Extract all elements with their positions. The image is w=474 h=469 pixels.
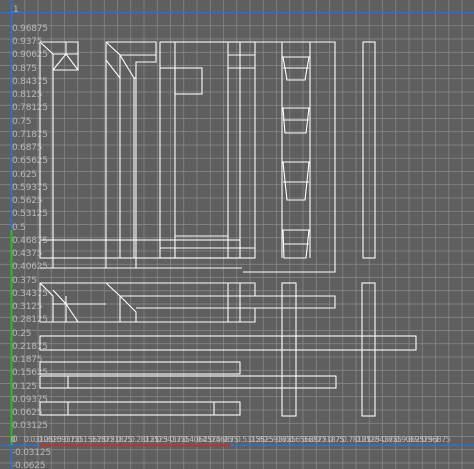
v-tick-label: 1 (13, 5, 19, 15)
v-tick-label: 0.75 (12, 116, 32, 127)
v-tick-label: 0.84375 (12, 76, 48, 87)
v-tick-label: 0.40625 (12, 262, 48, 273)
v-tick-label: 0.9375 (12, 37, 43, 47)
v-tick-label: 0.90625 (12, 50, 48, 61)
v-tick-label: 0.6875 (12, 143, 43, 153)
v-tick-label: 0.15625 (12, 368, 48, 379)
uv-shell-horizontal-strips[interactable] (39, 335, 417, 416)
u-tick-label: 1 (434, 435, 440, 444)
v-tick-label: 0.3125 (12, 302, 43, 312)
v-tick-label: 0.71875 (12, 129, 48, 140)
v-tick-label: 0.28125 (12, 315, 48, 326)
v-tick-label: 0.21875 (12, 341, 48, 352)
v-tick-label: 0.4375 (12, 249, 43, 259)
uv-editor-viewport[interactable]: 1 0.96875 0.9375 0.90625 0.875 0.84375 0.8125 0… (0, 0, 474, 469)
v-tick-label: 0.25 (12, 328, 32, 339)
v-tick-label: -0.0625 (12, 461, 46, 469)
uv-shell-middle-band[interactable] (39, 239, 242, 269)
v-tick-label: 0.5625 (12, 196, 43, 206)
v-tick-label: 0.5 (12, 222, 26, 233)
uv-shell-frame[interactable] (159, 41, 256, 259)
v-tick-label: -0.03125 (12, 447, 51, 458)
v-tick-label: 0.03125 (12, 421, 48, 432)
v-tick-label: 0.46875 (12, 235, 48, 246)
uv-canvas[interactable] (0, 0, 474, 469)
uv-shell-pipe-left[interactable] (39, 41, 79, 259)
v-tick-label: 0.96875 (12, 23, 48, 34)
v-tick-label: 0.875 (12, 63, 37, 74)
u-tick-label: 0 (10, 435, 16, 444)
v-tick-label: 0.125 (12, 381, 37, 392)
v-tick-label: 0.34375 (12, 288, 48, 299)
v-tick-label: 0.625 (12, 169, 37, 180)
v-tick-label: 0.53125 (12, 209, 48, 220)
v-tick-label: 0.375 (12, 275, 37, 286)
v-tick-label: 0.09375 (12, 394, 48, 405)
v-tick-label: 0.65625 (12, 156, 48, 167)
uv-shell-lower-pipes[interactable] (39, 282, 336, 323)
v-tick-label: 0.59375 (12, 182, 48, 193)
uv-shells[interactable] (39, 41, 417, 417)
v-tick-label: 0.8125 (12, 90, 43, 100)
v-tick-label: 0.0625 (12, 408, 43, 418)
v-tick-label: 0.1875 (12, 355, 43, 365)
v-tick-label: 0.78125 (12, 103, 48, 114)
u-tick-label: 0.5 (222, 435, 235, 444)
